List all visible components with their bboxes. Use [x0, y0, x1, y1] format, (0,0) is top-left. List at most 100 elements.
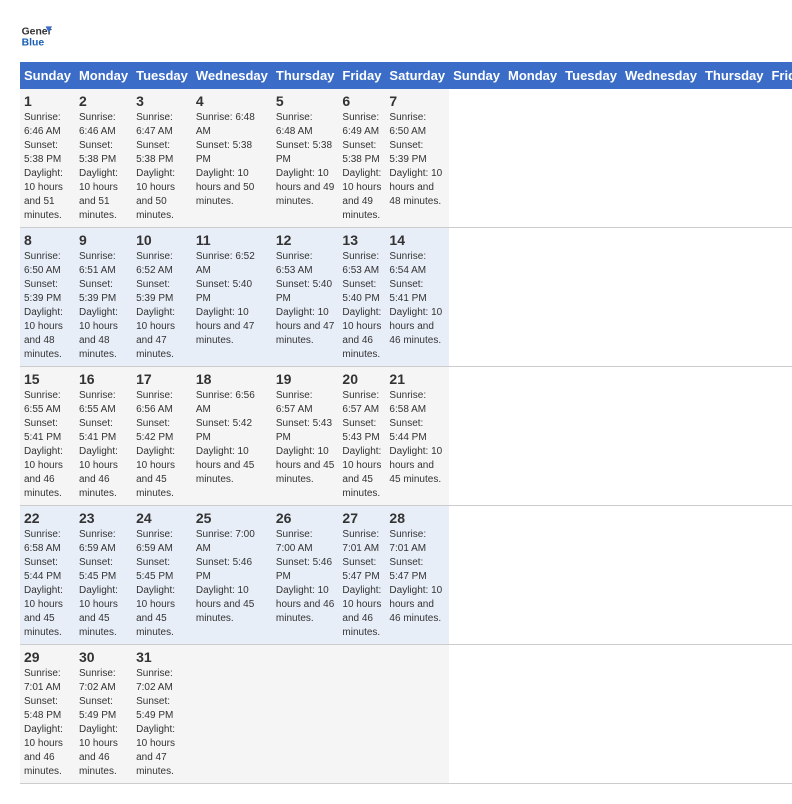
calendar-cell: 9 Sunrise: 6:51 AM Sunset: 5:39 PM Dayli… [75, 228, 132, 367]
col-header-wednesday: Wednesday [192, 62, 272, 89]
day-number: 24 [136, 510, 188, 526]
calendar-header-row: SundayMondayTuesdayWednesdayThursdayFrid… [20, 62, 792, 89]
day-info: Sunrise: 6:59 AM Sunset: 5:45 PM Dayligh… [136, 528, 188, 640]
day-number: 8 [24, 232, 71, 248]
day-number: 11 [196, 232, 268, 248]
calendar-cell: 18 Sunrise: 6:56 AM Sunset: 5:42 PM Dayl… [192, 367, 272, 506]
week-row-5: 29 Sunrise: 7:01 AM Sunset: 5:48 PM Dayl… [20, 645, 792, 784]
logo: General Blue [20, 20, 52, 52]
day-info: Sunrise: 6:55 AM Sunset: 5:41 PM Dayligh… [24, 389, 71, 501]
col-header-monday: Monday [504, 62, 561, 89]
day-number: 17 [136, 371, 188, 387]
day-number: 1 [24, 93, 71, 109]
calendar-cell: 3 Sunrise: 6:47 AM Sunset: 5:38 PM Dayli… [132, 89, 192, 228]
day-info: Sunrise: 6:48 AM Sunset: 5:38 PM Dayligh… [196, 111, 268, 209]
day-info: Sunrise: 7:01 AM Sunset: 5:47 PM Dayligh… [342, 528, 381, 640]
day-number: 2 [79, 93, 128, 109]
day-number: 28 [389, 510, 445, 526]
calendar-cell [192, 645, 272, 784]
week-row-1: 1 Sunrise: 6:46 AM Sunset: 5:38 PM Dayli… [20, 89, 792, 228]
col-header-friday: Friday [767, 62, 792, 89]
day-info: Sunrise: 6:52 AM Sunset: 5:39 PM Dayligh… [136, 250, 188, 362]
day-number: 3 [136, 93, 188, 109]
week-row-3: 15 Sunrise: 6:55 AM Sunset: 5:41 PM Dayl… [20, 367, 792, 506]
day-info: Sunrise: 6:59 AM Sunset: 5:45 PM Dayligh… [79, 528, 128, 640]
day-number: 30 [79, 649, 128, 665]
calendar-cell: 11 Sunrise: 6:52 AM Sunset: 5:40 PM Dayl… [192, 228, 272, 367]
calendar-cell: 10 Sunrise: 6:52 AM Sunset: 5:39 PM Dayl… [132, 228, 192, 367]
day-number: 13 [342, 232, 381, 248]
day-number: 22 [24, 510, 71, 526]
calendar-cell: 14 Sunrise: 6:54 AM Sunset: 5:41 PM Dayl… [385, 228, 449, 367]
logo-icon: General Blue [20, 20, 52, 52]
day-info: Sunrise: 6:57 AM Sunset: 5:43 PM Dayligh… [342, 389, 381, 501]
day-info: Sunrise: 6:50 AM Sunset: 5:39 PM Dayligh… [389, 111, 445, 209]
calendar-cell: 20 Sunrise: 6:57 AM Sunset: 5:43 PM Dayl… [338, 367, 385, 506]
day-number: 29 [24, 649, 71, 665]
calendar-cell: 27 Sunrise: 7:01 AM Sunset: 5:47 PM Dayl… [338, 506, 385, 645]
day-info: Sunrise: 6:58 AM Sunset: 5:44 PM Dayligh… [389, 389, 445, 487]
calendar-cell: 5 Sunrise: 6:48 AM Sunset: 5:38 PM Dayli… [272, 89, 339, 228]
calendar-cell: 16 Sunrise: 6:55 AM Sunset: 5:41 PM Dayl… [75, 367, 132, 506]
col-header-monday: Monday [75, 62, 132, 89]
day-number: 19 [276, 371, 335, 387]
calendar-table: SundayMondayTuesdayWednesdayThursdayFrid… [20, 62, 792, 784]
day-info: Sunrise: 6:50 AM Sunset: 5:39 PM Dayligh… [24, 250, 71, 362]
day-info: Sunrise: 6:51 AM Sunset: 5:39 PM Dayligh… [79, 250, 128, 362]
day-info: Sunrise: 6:56 AM Sunset: 5:42 PM Dayligh… [196, 389, 268, 487]
calendar-cell [338, 645, 385, 784]
day-number: 6 [342, 93, 381, 109]
day-number: 9 [79, 232, 128, 248]
day-info: Sunrise: 7:00 AM Sunset: 5:46 PM Dayligh… [276, 528, 335, 626]
day-number: 10 [136, 232, 188, 248]
col-header-sunday: Sunday [20, 62, 75, 89]
day-info: Sunrise: 6:55 AM Sunset: 5:41 PM Dayligh… [79, 389, 128, 501]
calendar-cell: 1 Sunrise: 6:46 AM Sunset: 5:38 PM Dayli… [20, 89, 75, 228]
calendar-cell: 28 Sunrise: 7:01 AM Sunset: 5:47 PM Dayl… [385, 506, 449, 645]
day-info: Sunrise: 6:46 AM Sunset: 5:38 PM Dayligh… [24, 111, 71, 223]
day-number: 7 [389, 93, 445, 109]
calendar-cell: 7 Sunrise: 6:50 AM Sunset: 5:39 PM Dayli… [385, 89, 449, 228]
day-number: 25 [196, 510, 268, 526]
day-number: 23 [79, 510, 128, 526]
day-info: Sunrise: 7:02 AM Sunset: 5:49 PM Dayligh… [79, 667, 128, 779]
day-info: Sunrise: 6:46 AM Sunset: 5:38 PM Dayligh… [79, 111, 128, 223]
col-header-sunday: Sunday [449, 62, 504, 89]
calendar-cell: 15 Sunrise: 6:55 AM Sunset: 5:41 PM Dayl… [20, 367, 75, 506]
day-info: Sunrise: 7:02 AM Sunset: 5:49 PM Dayligh… [136, 667, 188, 779]
col-header-wednesday: Wednesday [621, 62, 701, 89]
col-header-friday: Friday [338, 62, 385, 89]
week-row-2: 8 Sunrise: 6:50 AM Sunset: 5:39 PM Dayli… [20, 228, 792, 367]
week-row-4: 22 Sunrise: 6:58 AM Sunset: 5:44 PM Dayl… [20, 506, 792, 645]
calendar-cell: 30 Sunrise: 7:02 AM Sunset: 5:49 PM Dayl… [75, 645, 132, 784]
day-info: Sunrise: 6:47 AM Sunset: 5:38 PM Dayligh… [136, 111, 188, 223]
day-number: 4 [196, 93, 268, 109]
day-info: Sunrise: 6:53 AM Sunset: 5:40 PM Dayligh… [276, 250, 335, 348]
calendar-cell: 13 Sunrise: 6:53 AM Sunset: 5:40 PM Dayl… [338, 228, 385, 367]
col-header-saturday: Saturday [385, 62, 449, 89]
day-info: Sunrise: 6:48 AM Sunset: 5:38 PM Dayligh… [276, 111, 335, 209]
calendar-cell: 17 Sunrise: 6:56 AM Sunset: 5:42 PM Dayl… [132, 367, 192, 506]
day-info: Sunrise: 6:49 AM Sunset: 5:38 PM Dayligh… [342, 111, 381, 223]
col-header-tuesday: Tuesday [132, 62, 192, 89]
calendar-cell [272, 645, 339, 784]
calendar-cell [385, 645, 449, 784]
day-number: 26 [276, 510, 335, 526]
day-number: 5 [276, 93, 335, 109]
day-info: Sunrise: 6:54 AM Sunset: 5:41 PM Dayligh… [389, 250, 445, 348]
col-header-thursday: Thursday [701, 62, 768, 89]
calendar-cell: 21 Sunrise: 6:58 AM Sunset: 5:44 PM Dayl… [385, 367, 449, 506]
day-info: Sunrise: 6:58 AM Sunset: 5:44 PM Dayligh… [24, 528, 71, 640]
calendar-cell: 19 Sunrise: 6:57 AM Sunset: 5:43 PM Dayl… [272, 367, 339, 506]
calendar-cell: 8 Sunrise: 6:50 AM Sunset: 5:39 PM Dayli… [20, 228, 75, 367]
day-number: 20 [342, 371, 381, 387]
calendar-cell: 25 Sunrise: 7:00 AM Sunset: 5:46 PM Dayl… [192, 506, 272, 645]
svg-text:Blue: Blue [22, 38, 45, 49]
calendar-cell: 26 Sunrise: 7:00 AM Sunset: 5:46 PM Dayl… [272, 506, 339, 645]
day-number: 15 [24, 371, 71, 387]
day-info: Sunrise: 6:52 AM Sunset: 5:40 PM Dayligh… [196, 250, 268, 348]
page-header: General Blue [20, 20, 772, 52]
day-number: 21 [389, 371, 445, 387]
day-number: 31 [136, 649, 188, 665]
day-number: 16 [79, 371, 128, 387]
